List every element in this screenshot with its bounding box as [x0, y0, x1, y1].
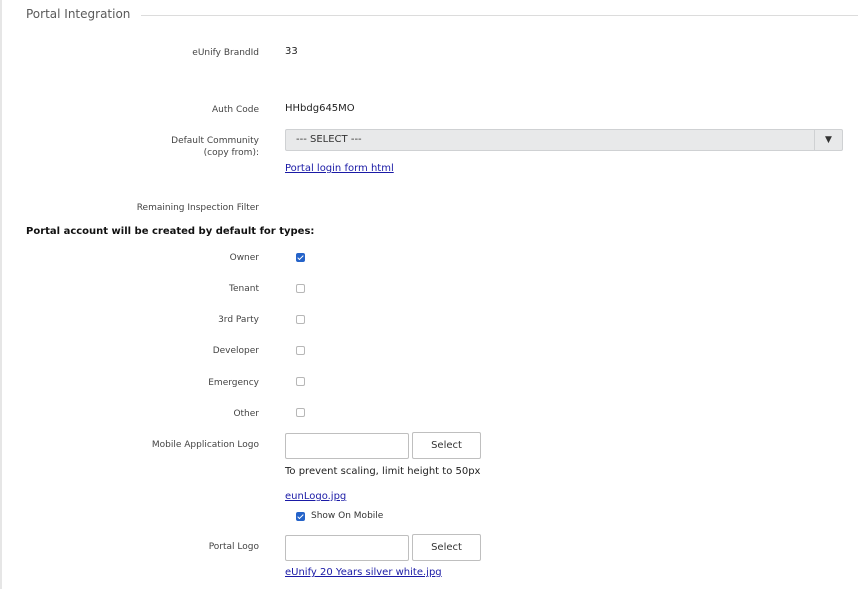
- default-community-label: Default Community (copy from):: [171, 135, 259, 159]
- account-type-checkbox-emergency[interactable]: [296, 377, 305, 386]
- portal-logo-label: Portal Logo: [208, 542, 259, 552]
- chevron-down-icon[interactable]: ▼: [814, 130, 842, 150]
- account-type-label-emergency: Emergency: [208, 378, 259, 388]
- brand-id-value: 33: [285, 46, 298, 57]
- account-type-checkbox-developer[interactable]: [296, 346, 305, 355]
- default-community-select[interactable]: --- SELECT --- ▼: [285, 129, 843, 151]
- auth-code-label: Auth Code: [212, 105, 259, 115]
- account-type-label-3rd-party: 3rd Party: [218, 315, 259, 325]
- left-border: [0, 0, 2, 589]
- portal-logo-select-button[interactable]: Select: [412, 534, 481, 561]
- show-on-mobile-label: Show On Mobile: [311, 511, 384, 521]
- default-community-label-line1: Default Community: [171, 136, 259, 146]
- show-on-mobile-checkbox[interactable]: [296, 512, 305, 521]
- section-divider: [141, 15, 858, 16]
- brand-id-label: eUnify BrandId: [192, 48, 259, 58]
- mobile-logo-hint: To prevent scaling, limit height to 50px: [285, 466, 481, 477]
- mobile-logo-file-link[interactable]: eunLogo.jpg: [285, 491, 346, 502]
- mobile-logo-file-input[interactable]: [285, 433, 409, 459]
- portal-logo-file-link[interactable]: eUnify 20 Years silver white.jpg: [285, 567, 442, 578]
- default-community-label-line2: (copy from):: [203, 148, 259, 158]
- mobile-logo-select-button[interactable]: Select: [412, 432, 481, 459]
- portal-logo-file-input[interactable]: [285, 535, 409, 561]
- account-type-label-tenant: Tenant: [229, 284, 259, 294]
- account-type-checkbox-tenant[interactable]: [296, 284, 305, 293]
- default-community-selected-value: --- SELECT ---: [296, 134, 362, 145]
- section-title: Portal Integration: [26, 7, 131, 21]
- account-type-checkbox-owner[interactable]: [296, 253, 305, 262]
- account-type-checkbox-3rd-party[interactable]: [296, 315, 305, 324]
- account-type-label-owner: Owner: [229, 253, 259, 263]
- auth-code-value: HHbdg645MO: [285, 103, 355, 114]
- remaining-inspection-filter-label: Remaining Inspection Filter: [136, 203, 259, 213]
- portal-login-form-link[interactable]: Portal login form html: [285, 163, 394, 174]
- account-types-heading: Portal account will be created by defaul…: [26, 226, 315, 237]
- account-type-label-other: Other: [233, 409, 259, 419]
- mobile-logo-label: Mobile Application Logo: [151, 440, 259, 450]
- account-type-label-developer: Developer: [212, 346, 259, 356]
- account-type-checkbox-other[interactable]: [296, 408, 305, 417]
